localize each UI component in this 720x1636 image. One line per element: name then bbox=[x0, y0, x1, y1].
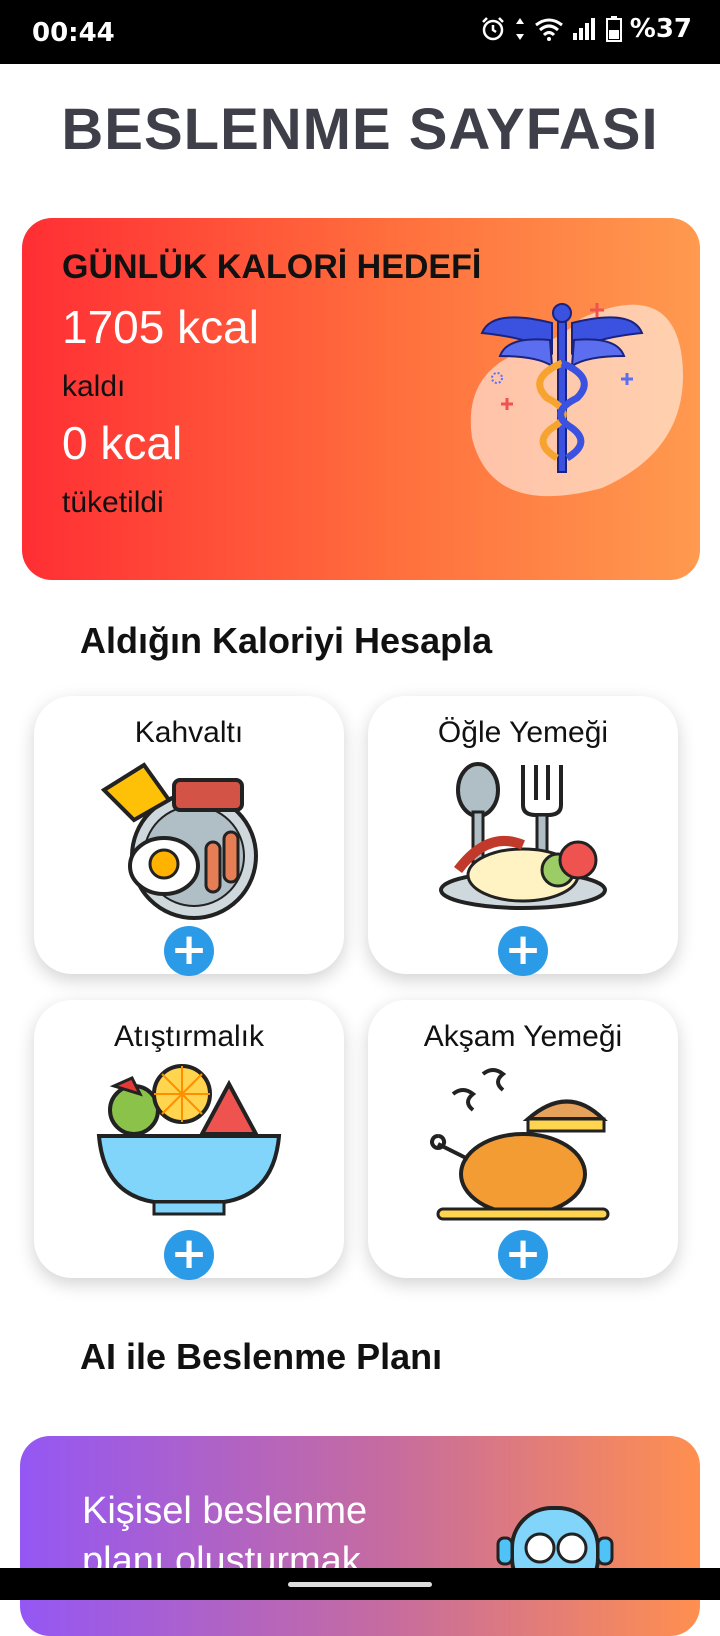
status-bar: 00:44 %37 bbox=[0, 0, 720, 64]
status-time: 00:44 bbox=[32, 18, 115, 48]
meal-label: Kahvaltı bbox=[134, 716, 244, 749]
calc-section-title: Aldığın Kaloriyi Hesapla bbox=[80, 620, 493, 661]
meal-card-snack[interactable]: Atıştırmalık + bbox=[34, 1000, 344, 1280]
caduceus-icon bbox=[470, 303, 683, 497]
remaining-calories: 1705 kcal bbox=[62, 301, 259, 353]
goal-title: GÜNLÜK KALORİ HEDEFİ bbox=[62, 248, 482, 286]
add-breakfast-button[interactable]: + bbox=[164, 926, 214, 976]
roast-chicken-icon bbox=[430, 1068, 610, 1221]
remaining-label: kaldı bbox=[62, 370, 126, 403]
data-transfer-icon bbox=[515, 18, 524, 40]
add-snack-button[interactable]: + bbox=[164, 1230, 214, 1280]
wifi-icon bbox=[534, 18, 563, 41]
meal-label: Akşam Yemeği bbox=[423, 1020, 623, 1053]
snack-bowl-icon bbox=[96, 1064, 282, 1216]
breakfast-plate-icon bbox=[100, 762, 258, 920]
system-nav-bar bbox=[0, 1568, 720, 1600]
battery-icon bbox=[605, 16, 622, 42]
add-dinner-button[interactable]: + bbox=[498, 1230, 548, 1280]
ai-section-title: AI ile Beslenme Planı bbox=[80, 1336, 443, 1377]
meal-label: Atıştırmalık bbox=[113, 1020, 264, 1053]
status-icons: %37 bbox=[480, 14, 692, 44]
battery-percent: %37 bbox=[629, 14, 692, 44]
meal-label: Öğle Yemeği bbox=[437, 716, 609, 749]
consumed-calories: 0 kcal bbox=[62, 417, 183, 469]
signal-icon bbox=[572, 18, 595, 40]
meal-card-lunch[interactable]: Öğle Yemeği + bbox=[368, 696, 678, 976]
consumed-label: tüketildi bbox=[62, 486, 164, 519]
meal-card-breakfast[interactable]: Kahvaltı + bbox=[34, 696, 344, 976]
calorie-goal-card[interactable]: GÜNLÜK KALORİ HEDEFİ 1705 kcal kaldı 0 k… bbox=[22, 218, 700, 580]
alarm-icon bbox=[481, 17, 504, 41]
ai-plan-card[interactable]: Kişisel beslenme planı oluşturmak bbox=[20, 1436, 700, 1636]
home-gesture-handle[interactable] bbox=[288, 1582, 432, 1587]
add-lunch-button[interactable]: + bbox=[498, 926, 548, 976]
lunch-plate-icon bbox=[439, 762, 607, 910]
robot-icon bbox=[496, 1506, 614, 1600]
page-title: BESLENME SAYFASI bbox=[61, 97, 659, 162]
meal-card-dinner[interactable]: Akşam Yemeği + bbox=[368, 1000, 678, 1280]
